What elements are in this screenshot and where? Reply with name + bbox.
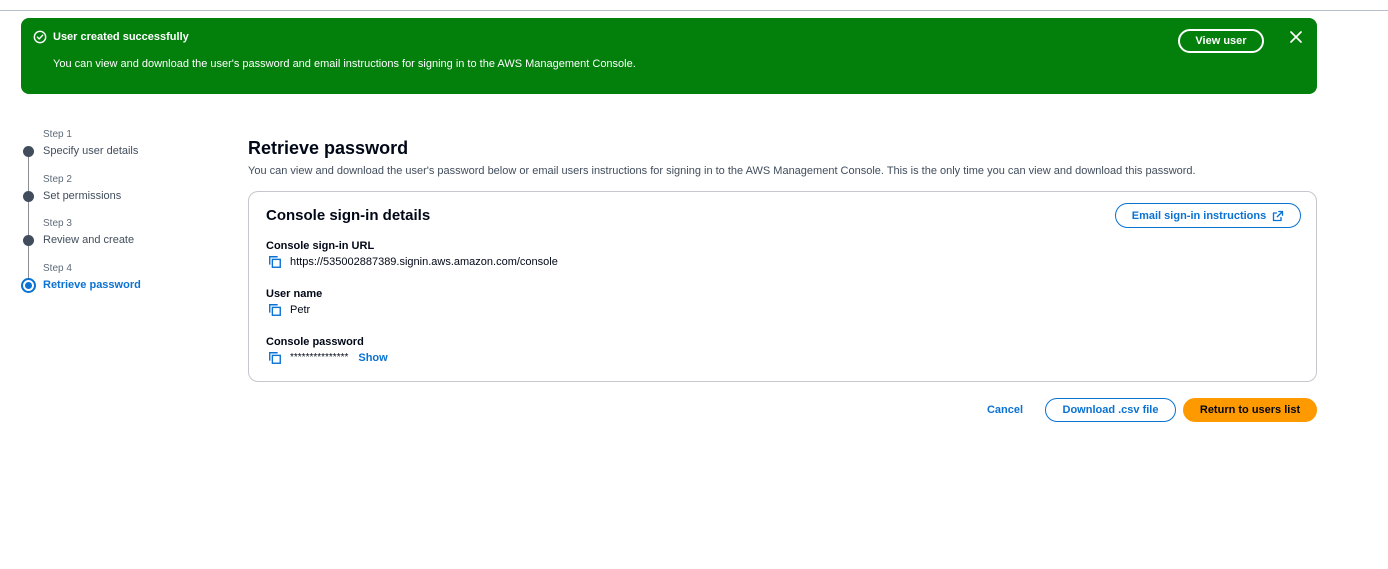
step-label[interactable]: Set permissions: [43, 189, 121, 203]
flash-title: User created successfully: [53, 31, 189, 43]
step-completed-dot-icon: [23, 191, 34, 202]
card-title: Console sign-in details: [266, 207, 431, 224]
wizard-step-4: Step 4 Retrieve password: [20, 262, 220, 298]
close-icon[interactable]: [1288, 29, 1304, 45]
show-password-link[interactable]: Show: [358, 352, 387, 364]
step-completed-dot-icon: [23, 146, 34, 157]
console-url-value: https://535002887389.signin.aws.amazon.c…: [290, 256, 558, 268]
download-csv-button[interactable]: Download .csv file: [1045, 398, 1176, 422]
console-sign-in-details-card: Console sign-in details Email sign-in in…: [248, 191, 1317, 382]
user-name-value: Petr: [290, 304, 311, 316]
console-password-label: Console password: [266, 336, 364, 348]
page-title: Retrieve password: [248, 138, 409, 158]
console-url-label: Console sign-in URL: [266, 240, 375, 252]
step-completed-dot-icon: [23, 235, 34, 246]
step-number: Step 2: [43, 174, 72, 185]
step-number: Step 3: [43, 218, 72, 229]
wizard-step-3[interactable]: Step 3 Review and create: [20, 217, 220, 253]
wizard-step-1[interactable]: Step 1 Specify user details: [20, 128, 220, 164]
step-number: Step 1: [43, 129, 72, 140]
flash-message: You can view and download the user's pas…: [53, 58, 636, 70]
email-sign-in-instructions-button[interactable]: Email sign-in instructions: [1115, 203, 1301, 228]
step-number: Step 4: [43, 263, 72, 274]
external-link-icon: [1273, 210, 1284, 221]
step-label[interactable]: Specify user details: [43, 144, 138, 158]
console-password-row: *************** Show: [268, 350, 388, 366]
console-password-masked-value: ***************: [290, 352, 349, 363]
view-user-button[interactable]: View user: [1178, 29, 1264, 53]
step-label[interactable]: Review and create: [43, 233, 134, 247]
email-button-label: Email sign-in instructions: [1131, 209, 1267, 222]
wizard-step-2[interactable]: Step 2 Set permissions: [20, 173, 220, 209]
wizard-steps-nav: Step 1 Specify user details Step 2 Set p…: [20, 128, 220, 298]
success-check-circle-icon: [33, 30, 47, 44]
top-divider: [0, 10, 1388, 11]
success-flash-banner: User created successfully You can view a…: [21, 18, 1317, 94]
step-current-dot-icon: [21, 278, 36, 293]
copy-icon[interactable]: [268, 255, 282, 269]
user-name-label: User name: [266, 288, 323, 300]
copy-icon[interactable]: [268, 351, 282, 365]
step-label: Retrieve password: [43, 279, 141, 291]
copy-icon[interactable]: [268, 303, 282, 317]
console-url-row: https://535002887389.signin.aws.amazon.c…: [268, 254, 558, 270]
return-to-users-list-button[interactable]: Return to users list: [1183, 398, 1317, 422]
user-name-row: Petr: [268, 302, 310, 318]
page-description: You can view and download the user's pas…: [248, 165, 1196, 177]
cancel-button[interactable]: Cancel: [976, 398, 1034, 422]
